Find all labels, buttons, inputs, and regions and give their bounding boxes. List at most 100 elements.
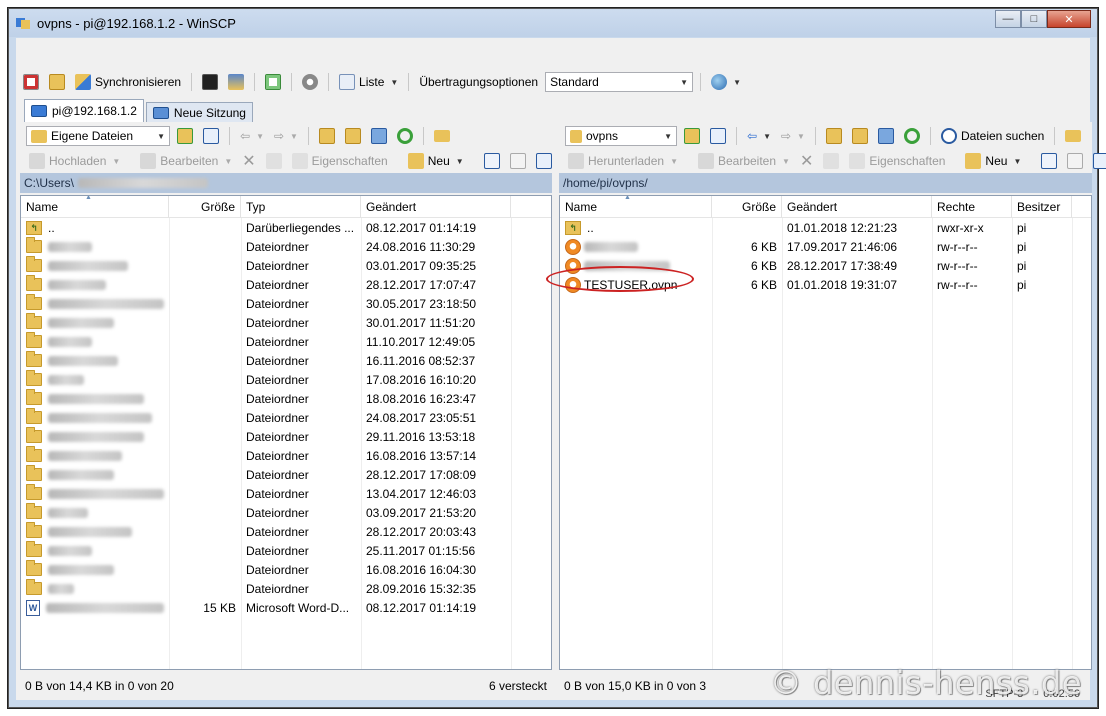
remote-root-dir-button[interactable] (849, 125, 871, 147)
table-row[interactable]: Dateiordner 24.08.2016 11:30:29 (21, 237, 551, 256)
local-new-button[interactable]: Neu ▼ (405, 150, 467, 172)
table-row[interactable]: Dateiordner 11.10.2017 12:49:05 (21, 332, 551, 351)
find-files-button[interactable]: Dateien suchen (938, 125, 1047, 147)
table-row[interactable]: Dateiordner 30.01.2017 11:51:20 (21, 313, 551, 332)
tab-session-pi[interactable]: pi@192.168.1.2 (24, 99, 144, 122)
root-folder-icon (344, 128, 361, 144)
redacted-name (48, 507, 88, 518)
local-home-button[interactable] (368, 125, 390, 147)
column-header-size[interactable]: Größe (712, 196, 782, 218)
remote-location-select[interactable]: ovpns ▼ (565, 126, 677, 146)
column-header-type[interactable]: Typ (241, 196, 361, 218)
terminal-button[interactable] (199, 71, 221, 93)
remote-forward-button[interactable]: ⇨ ▼ (778, 125, 808, 147)
remote-mask-button[interactable] (1090, 150, 1106, 172)
local-root-dir-button[interactable] (342, 125, 364, 147)
local-refresh-button[interactable] (394, 125, 416, 147)
column-header-modified[interactable]: Geändert (782, 196, 932, 218)
table-row[interactable]: Dateiordner 16.08.2016 13:57:14 (21, 446, 551, 465)
column-header-name[interactable]: ▲ Name (560, 196, 712, 218)
table-row[interactable]: Dateiordner 25.11.2017 01:15:56 (21, 541, 551, 560)
remote-select-all-button[interactable] (1038, 150, 1060, 172)
folder-icon (26, 446, 42, 462)
preferences-button[interactable] (299, 71, 321, 93)
close-button[interactable]: ✕ (1047, 10, 1091, 28)
table-row[interactable]: Dateiordner 29.11.2016 13:53:18 (21, 427, 551, 446)
table-row[interactable]: 6 KB 17.09.2017 21:46:06 rw-r--r-- pi (560, 237, 1091, 256)
table-row[interactable]: Dateiordner 28.12.2017 17:08:09 (21, 465, 551, 484)
local-select-all-button[interactable] (481, 150, 503, 172)
upload-button[interactable]: Hochladen ▼ (26, 150, 123, 172)
local-filter-button[interactable] (200, 125, 222, 147)
local-delete-button[interactable]: ✕ (239, 150, 258, 172)
local-unselect-button[interactable] (507, 150, 529, 172)
local-file-list[interactable]: ▲ Name Größe Typ Geändert ↰.. Darüberliege… (20, 195, 552, 670)
local-properties-button[interactable]: Eigenschaften (289, 150, 391, 172)
remote-tree-button[interactable] (1062, 125, 1084, 147)
local-back-button[interactable]: ⇦ ▼ (237, 125, 267, 147)
compare-dirs-button[interactable] (20, 71, 42, 93)
sync-browse-button[interactable] (46, 71, 68, 93)
table-row[interactable]: Dateiordner 24.08.2017 23:05:51 (21, 408, 551, 427)
remote-rename-button[interactable] (820, 150, 842, 172)
table-row[interactable]: Dateiordner 30.05.2017 23:18:50 (21, 294, 551, 313)
redacted-name (48, 241, 92, 252)
transfer-preset-select[interactable]: Standard ▼ (545, 72, 694, 92)
table-row[interactable]: Dateiordner 17.08.2016 16:10:20 (21, 370, 551, 389)
remote-refresh-button[interactable] (901, 125, 923, 147)
remote-properties-button[interactable]: Eigenschaften (846, 150, 948, 172)
tab-new-session[interactable]: Neue Sitzung (145, 102, 253, 122)
remote-unselect-button[interactable] (1064, 150, 1086, 172)
remote-parent-dir-button[interactable] (823, 125, 845, 147)
table-row[interactable]: Dateiordner 28.12.2017 20:03:43 (21, 522, 551, 541)
table-row[interactable]: ↰.. Darüberliegendes ... 08.12.2017 01:14:… (21, 218, 551, 237)
remote-filter-button[interactable] (707, 125, 729, 147)
hidden-files-count[interactable]: 6 versteckt (489, 679, 547, 693)
folder-icon (26, 313, 42, 329)
table-row[interactable]: Dateiordner 03.01.2017 09:35:25 (21, 256, 551, 275)
column-header-size[interactable]: Größe (169, 196, 241, 218)
file-size (169, 541, 241, 560)
column-header-modified[interactable]: Geändert (361, 196, 511, 218)
column-header-name[interactable]: ▲ Name (21, 196, 169, 218)
remote-delete-button[interactable]: ✕ (797, 150, 816, 172)
redacted-name (584, 241, 638, 252)
table-row[interactable]: Dateiordner 16.08.2016 16:04:30 (21, 560, 551, 579)
remote-new-button[interactable]: Neu ▼ (962, 150, 1024, 172)
putty-button[interactable] (225, 71, 247, 93)
download-button[interactable]: Herunterladen ▼ (565, 150, 681, 172)
root-folder-icon (851, 128, 868, 144)
file-modified: 25.11.2017 01:15:56 (366, 543, 476, 558)
local-parent-dir-button[interactable] (316, 125, 338, 147)
file-size (169, 256, 241, 275)
table-row[interactable]: Dateiordner 18.08.2016 16:23:47 (21, 389, 551, 408)
remote-open-folder-button[interactable] (681, 125, 703, 147)
local-forward-button[interactable]: ⇨ ▼ (271, 125, 301, 147)
local-path-bar[interactable]: C:\Users\ (20, 173, 552, 193)
remote-path-bar[interactable]: /home/pi/ovpns/ (559, 173, 1092, 193)
remote-back-button[interactable]: ⇦ ▼ (744, 125, 774, 147)
local-tree-button[interactable] (431, 125, 453, 147)
table-row[interactable]: ↰.. 01.01.2018 12:21:23 rwxr-xr-x pi (560, 218, 1091, 237)
minimize-button[interactable]: — (995, 10, 1021, 28)
local-mask-button[interactable] (533, 150, 555, 172)
local-edit-button[interactable]: Bearbeiten ▼ (137, 150, 235, 172)
table-row[interactable]: Dateiordner 16.11.2016 08:52:37 (21, 351, 551, 370)
local-location-select[interactable]: Eigene Dateien ▼ (26, 126, 170, 146)
queue-button[interactable] (262, 71, 284, 93)
table-row[interactable]: Dateiordner 28.12.2017 17:07:47 (21, 275, 551, 294)
maximize-button[interactable]: □ (1021, 10, 1047, 28)
column-header-owner[interactable]: Besitzer (1012, 196, 1072, 218)
table-row[interactable]: Dateiordner 13.04.2017 12:46:03 (21, 484, 551, 503)
local-open-folder-button[interactable] (174, 125, 196, 147)
synchronize-button[interactable]: Synchronisieren (72, 71, 184, 93)
local-rename-button[interactable] (263, 150, 285, 172)
remote-home-button[interactable] (875, 125, 897, 147)
table-row[interactable]: Dateiordner 03.09.2017 21:53:20 (21, 503, 551, 522)
table-row[interactable]: Dateiordner 28.09.2016 15:32:35 (21, 579, 551, 598)
table-row[interactable]: W 15 KB Microsoft Word-D... 08.12.2017 01:1… (21, 598, 551, 617)
list-button[interactable]: Liste ▼ (336, 71, 401, 93)
column-header-rights[interactable]: Rechte (932, 196, 1012, 218)
transfer-settings-button[interactable]: ▼ (708, 71, 744, 93)
remote-edit-button[interactable]: Bearbeiten ▼ (695, 150, 793, 172)
